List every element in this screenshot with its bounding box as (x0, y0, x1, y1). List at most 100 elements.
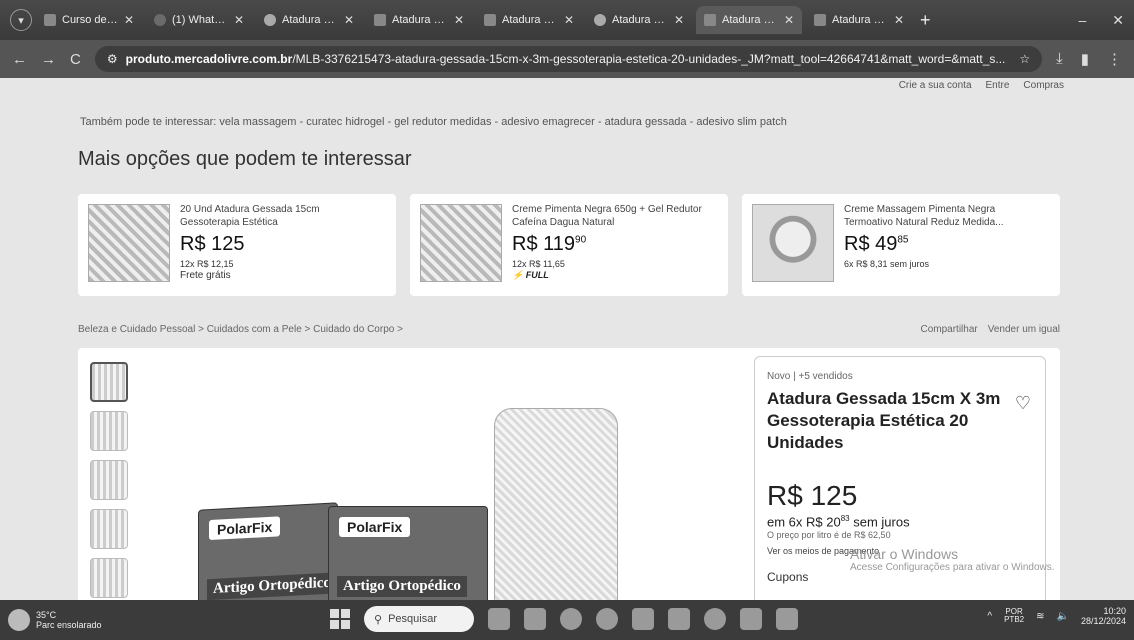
window-controls: – ✕ (1078, 12, 1124, 29)
windows-start-icon[interactable] (330, 609, 350, 629)
language-indicator[interactable]: POR PTB2 (1004, 607, 1024, 626)
breadcrumb-actions: Compartilhar Vender um igual (920, 324, 1060, 335)
product-thumbnail (752, 204, 834, 282)
bookmark-star-icon[interactable]: ☆ (1019, 52, 1030, 66)
tab-icon (374, 14, 386, 26)
edge-icon[interactable] (560, 608, 582, 630)
box-label: Artigo Ortopédico (207, 572, 337, 600)
related-searches-label: Também pode te interessar: (80, 116, 217, 128)
new-tab-button[interactable]: + (920, 10, 931, 31)
word-icon[interactable] (776, 608, 798, 630)
gallery-thumbnail[interactable] (90, 362, 128, 402)
weather-sun-icon (8, 609, 30, 631)
login-link[interactable]: Entre (986, 80, 1010, 91)
chevron-up-icon[interactable]: ^ (987, 611, 992, 622)
product-name: 20 Und Atadura Gessada 15cm Gessoterapia… (180, 204, 320, 228)
tab-label: Curso de em (62, 14, 118, 26)
address-bar[interactable]: ⚙ produto.mercadolivre.com.br/MLB-337621… (94, 46, 1043, 72)
tab-icon (814, 14, 826, 26)
browser-tab-strip: ▾ Curso de em✕(1) WhatsAp✕Atadura Ges✕At… (0, 0, 1134, 40)
clock[interactable]: 10:20 28/12/2024 (1081, 606, 1126, 627)
browser-tab[interactable]: Atadura Ges ✕ (476, 6, 582, 34)
volume-icon[interactable]: 🔈 (1057, 611, 1069, 622)
chrome-icon[interactable] (596, 608, 618, 630)
close-window-icon[interactable]: ✕ (1112, 12, 1124, 29)
close-tab-icon[interactable]: ✕ (234, 13, 244, 27)
tab-label: (1) WhatsAp (172, 14, 228, 26)
calculator-icon[interactable] (740, 608, 762, 630)
product-main-image[interactable]: PolarFix Artigo Ortopédico PolarFix Arti… (198, 408, 658, 600)
close-tab-icon[interactable]: ✕ (124, 13, 134, 27)
gallery-thumbnail[interactable] (90, 509, 128, 549)
browser-tab[interactable]: Atadura Ge ✕ (806, 6, 912, 34)
close-tab-icon[interactable]: ✕ (894, 13, 904, 27)
folder-icon[interactable] (668, 608, 690, 630)
sidebar-icon[interactable]: ▮ (1081, 50, 1089, 68)
condition-sold: Novo | +5 vendidos (767, 371, 853, 382)
browser-tab[interactable]: Atadura Ges ✕ (586, 6, 692, 34)
product-name: Creme Massagem Pimenta Negra Termoativo … (844, 204, 1004, 228)
product-card[interactable]: 20 Und Atadura Gessada 15cm Gessoterapia… (78, 194, 396, 296)
close-tab-icon[interactable]: ✕ (454, 13, 464, 27)
url-path: /MLB-3376215473-atadura-gessada-15cm-x-3… (292, 52, 1006, 66)
page-content: Crie a sua conta Entre Compras Também po… (0, 78, 1134, 600)
product-name: Creme Pimenta Negra 650g + Gel Redutor C… (512, 204, 702, 228)
installments-text: em 6x R$ 2083 sem juros (767, 514, 910, 530)
minimize-icon[interactable]: – (1078, 12, 1086, 29)
favorite-heart-icon[interactable]: ♡ (1015, 393, 1031, 414)
store-icon[interactable] (632, 608, 654, 630)
product-card[interactable]: Creme Massagem Pimenta Negra Termoativo … (742, 194, 1060, 296)
tab-search-icon[interactable]: ▾ (10, 9, 32, 31)
breadcrumb[interactable]: Beleza e Cuidado Pessoal > Cuidados com … (78, 324, 403, 335)
toolbar-right-icons: ⤓ ▮ ⋮ (1056, 50, 1122, 68)
browser-tab[interactable]: Atadura Ges ✕ (256, 6, 362, 34)
taskbar-search[interactable]: ⚲ Pesquisar (364, 606, 474, 632)
create-account-link[interactable]: Crie a sua conta (899, 80, 972, 91)
close-tab-icon[interactable]: ✕ (564, 13, 574, 27)
product-box: PolarFix Artigo Ortopédico (198, 502, 338, 600)
tab-label: Atadura Ges (722, 14, 778, 26)
browser-tab[interactable]: Curso de em ✕ (36, 6, 142, 34)
browser-toolbar: ← → C ⚙ produto.mercadolivre.com.br/MLB-… (0, 40, 1134, 78)
browser-tab[interactable]: Atadura Ge ✕ (366, 6, 472, 34)
share-link[interactable]: Compartilhar (920, 324, 977, 335)
related-searches-links[interactable]: vela massagem - curatec hidrogel - gel r… (219, 116, 786, 128)
product-price: R$ 11990 (512, 233, 587, 255)
download-icon[interactable]: ⤓ (1056, 50, 1063, 68)
close-tab-icon[interactable]: ✕ (784, 13, 794, 27)
url-host: produto.mercadolivre.com.br (125, 52, 293, 66)
sell-similar-link[interactable]: Vender um igual (988, 324, 1060, 335)
gallery-thumbnail[interactable] (90, 558, 128, 598)
weather-widget[interactable]: 35°C Parc ensolarado (8, 609, 102, 631)
product-installments: 6x R$ 8,31 sem juros (844, 259, 930, 269)
product-thumbnail (88, 204, 170, 282)
reload-icon[interactable]: C (70, 51, 81, 68)
tab-label: Atadura Ges (282, 14, 338, 26)
menu-icon[interactable]: ⋮ (1107, 50, 1122, 68)
tab-list: Curso de em✕(1) WhatsAp✕Atadura Ges✕Atad… (36, 6, 912, 34)
site-info-icon[interactable]: ⚙ (107, 52, 118, 66)
close-tab-icon[interactable]: ✕ (344, 13, 354, 27)
product-title: Atadura Gessada 15cm X 3m Gessoterapia E… (767, 389, 1001, 453)
wifi-icon[interactable]: ≋ (1036, 611, 1044, 622)
close-tab-icon[interactable]: ✕ (674, 13, 684, 27)
product-installments: 12x R$ 12,15 (180, 259, 234, 269)
browser-tab[interactable]: Atadura Ges ✕ (696, 6, 802, 34)
purchases-link[interactable]: Compras (1023, 80, 1064, 91)
product-price: R$ 4985 (844, 233, 909, 255)
product-card[interactable]: Creme Pimenta Negra 650g + Gel Redutor C… (410, 194, 728, 296)
gallery-thumbnail[interactable] (90, 460, 128, 500)
gallery-thumbnail[interactable] (90, 411, 128, 451)
taskbar-apps: ⚲ Pesquisar (330, 606, 798, 632)
forward-icon[interactable]: → (41, 51, 56, 68)
browser-tab[interactable]: (1) WhatsAp ✕ (146, 6, 252, 34)
google-icon (264, 14, 276, 26)
box-label: Artigo Ortopédico (337, 576, 467, 597)
related-searches: Também pode te interessar: vela massagem… (80, 116, 787, 128)
file-explorer-icon[interactable] (524, 608, 546, 630)
task-view-icon[interactable] (488, 608, 510, 630)
back-icon[interactable]: ← (12, 51, 27, 68)
google-icon (594, 14, 606, 26)
weather-desc: Parc ensolarado (36, 620, 102, 630)
app-icon[interactable] (704, 608, 726, 630)
